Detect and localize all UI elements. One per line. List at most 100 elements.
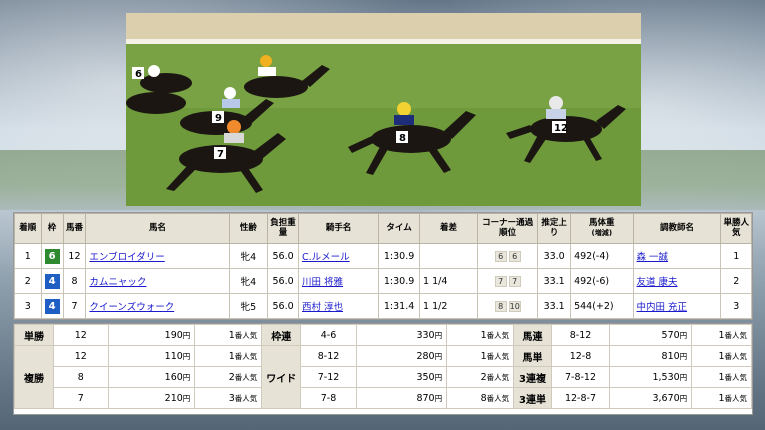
payout-row: 複勝 12 110円 1番人気 ワイド 8-12 280円 1番人気 馬単 12… [14,345,752,409]
wakuren-pop-cell: 1番人気 [446,324,515,346]
waku-badge: 4 [44,273,60,289]
sanrenpuku-amount: 1,530 [652,371,680,383]
trainer-cell: 友道 康夫 [632,268,722,294]
wide-amount: 870 [416,392,435,404]
yen-unit: 円 [434,393,443,403]
waku-cell: 6 [40,243,64,269]
tansho-pop-cell: 1番人気 [194,324,263,346]
horse-name-link[interactable]: クイーンズウォーク [89,302,174,313]
ninki-unit: 番人気 [486,393,510,403]
trainer-link[interactable]: 友道 康夫 [637,277,678,288]
margin-cell: 1 1/4 [419,268,479,294]
umatan-combo: 12-8 [550,345,611,367]
umaren-amount: 570 [661,329,680,341]
wide-label: ワイド [261,345,302,409]
ninki-unit: 番人気 [724,393,748,403]
time-cell: 1:31.4 [378,293,421,319]
ninki-unit: 番人気 [234,393,258,403]
jockey-link[interactable]: 西村 淳也 [302,302,343,313]
sex-age-cell: 牝5 [228,293,269,319]
results-header-row: 着順 枠 馬番 馬名 性齢 負担重量 騎手名 タイム 着差 コーナー通過順位 推… [14,213,752,244]
header-weight-carried: 負担重量 [267,213,300,244]
yen-unit: 円 [182,351,191,361]
wide-amount: 350 [416,371,435,383]
horse-name-link[interactable]: カムニャック [89,277,146,288]
last3f-cell: 33.1 [537,293,572,319]
sanrenpuku-amount-cell: 1,530円 [609,366,693,388]
umaren-pop-cell: 1番人気 [691,324,752,346]
corner-position: 6 [508,250,521,262]
wakuren-label: 枠連 [261,324,302,346]
race-photo: 12 8 7 9 6 [126,13,641,206]
popularity-cell: 3 [720,293,752,319]
yen-unit: 円 [434,351,443,361]
popularity-cell: 1 [720,243,752,269]
margin-cell [419,243,479,269]
wide-pop-cell: 1番人気 [446,345,515,367]
jockey-cell: C.ルメール [298,243,380,269]
header-sex-age: 性齢 [228,213,269,244]
jockey-link[interactable]: C.ルメール [302,252,350,263]
corners-cell: 8 10 [477,293,539,319]
fukusho-amount-cell: 110円 [107,345,196,367]
sanrenpuku-pop-cell: 1番人気 [691,366,752,388]
yen-unit: 円 [182,393,191,403]
waku-badge: 4 [44,298,60,314]
horse-name-cell: クイーンズウォーク [85,293,230,319]
svg-text:7: 7 [217,149,224,160]
margin-cell: 1 1/2 [419,293,479,319]
wakuren-amount-cell: 330円 [355,324,448,346]
fukusho-pop-cell: 3番人気 [194,387,263,409]
trainer-link[interactable]: 中内田 充正 [637,302,688,313]
horse-weight-cell: 492(-6) [570,268,634,294]
jockey-cell: 西村 淳也 [298,293,380,319]
wide-amount-cell: 280円 [355,345,448,367]
horse-name-cell: エンブロイダリー [85,243,230,269]
time-cell: 1:30.9 [378,243,421,269]
yen-unit: 円 [182,330,191,340]
payout-row: 単勝 12 190円 1番人気 枠連 4-6 330円 1番人気 馬連 8-12… [14,324,752,346]
header-popularity: 単勝人気 [720,213,752,244]
wakuren-combo: 4-6 [300,324,357,346]
tansho-amount-cell: 190円 [107,324,196,346]
svg-text:8: 8 [399,133,406,144]
corner-position: 6 [494,250,507,262]
yen-unit: 円 [679,330,688,340]
trainer-cell: 中内田 充正 [632,293,722,319]
jockey-link[interactable]: 川田 将雅 [302,277,343,288]
last3f-cell: 33.0 [537,243,572,269]
number-cell: 12 [62,243,87,269]
result-row: 3 4 7 クイーンズウォーク 牝5 56.0 西村 淳也 1:31.4 1 1… [14,293,752,319]
waku-cell: 4 [40,293,64,319]
result-row: 1 6 12 エンブロイダリー 牝4 56.0 C.ルメール 1:30.9 66… [14,243,752,269]
fukusho-amount: 110 [164,350,183,362]
trainer-link[interactable]: 森 一誠 [637,252,669,263]
corner-position: 10 [508,300,521,312]
fukusho-amount: 210 [164,392,183,404]
fukusho-pop-cell: 1番人気 [194,345,263,367]
umaren-label: 馬連 [513,324,552,346]
header-margin: 着差 [419,213,479,244]
yen-unit: 円 [679,351,688,361]
rank-cell: 2 [14,268,42,294]
sanrenpuku-combo: 7-8-12 [550,366,611,388]
header-horse-weight-label: 馬体重 [589,217,615,228]
fukusho-combo: 8 [52,366,109,388]
wide-combo: 8-12 [300,345,357,367]
horse-weight-cell: 544(+2) [570,293,634,319]
tansho-label: 単勝 [14,324,54,346]
ninki-unit: 番人気 [486,330,510,340]
ninki-unit: 番人気 [234,372,258,382]
wide-combo: 7-12 [300,366,357,388]
wide-pop-cell: 8番人気 [446,387,515,409]
weight-carried-cell: 56.0 [267,293,300,319]
yen-unit: 円 [679,372,688,382]
yen-unit: 円 [434,372,443,382]
umaren-amount-cell: 570円 [609,324,693,346]
ninki-unit: 番人気 [724,351,748,361]
time-cell: 1:30.9 [378,268,421,294]
header-waku: 枠 [40,213,64,244]
horse-name-link[interactable]: エンブロイダリー [89,252,164,263]
trainer-cell: 森 一誠 [632,243,722,269]
svg-text:9: 9 [215,113,222,124]
